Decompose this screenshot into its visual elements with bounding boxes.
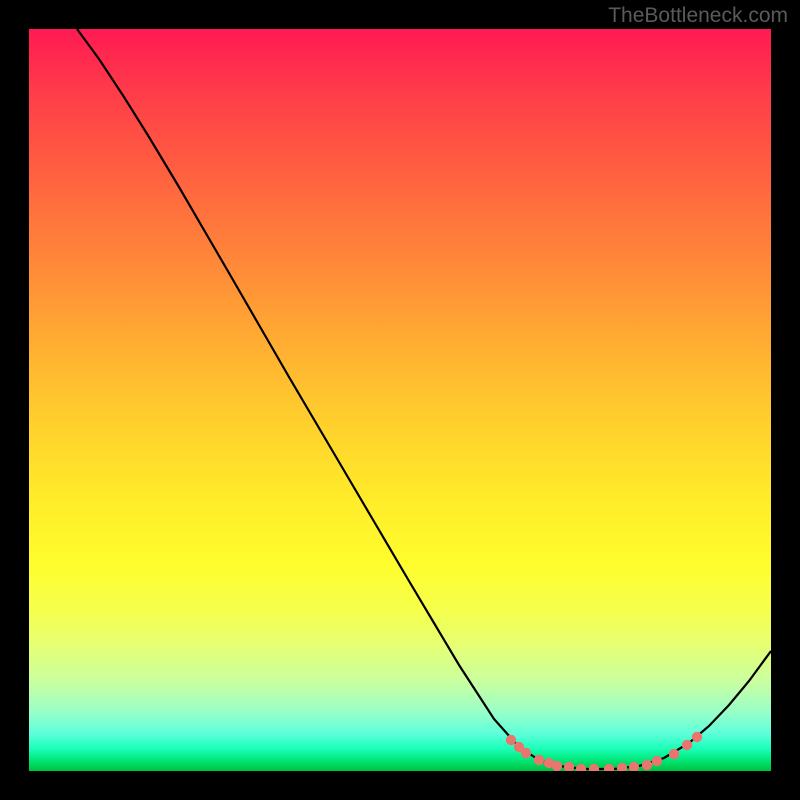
- watermark-text: TheBottleneck.com: [608, 4, 788, 28]
- data-point: [669, 749, 679, 759]
- data-point: [589, 764, 599, 771]
- data-point: [652, 756, 662, 766]
- data-point: [682, 740, 692, 750]
- data-point: [692, 732, 702, 742]
- data-point: [617, 763, 627, 771]
- data-point: [534, 755, 544, 765]
- data-point: [629, 762, 639, 771]
- data-point: [552, 761, 562, 771]
- data-point: [564, 762, 574, 771]
- data-point: [506, 735, 516, 745]
- data-point: [604, 764, 614, 771]
- data-dots: [506, 732, 702, 771]
- data-point: [521, 748, 531, 758]
- data-point: [576, 764, 586, 771]
- data-point: [642, 760, 652, 770]
- bottleneck-curve: [77, 29, 771, 769]
- plot-area: [29, 29, 771, 771]
- chart-svg: [29, 29, 771, 771]
